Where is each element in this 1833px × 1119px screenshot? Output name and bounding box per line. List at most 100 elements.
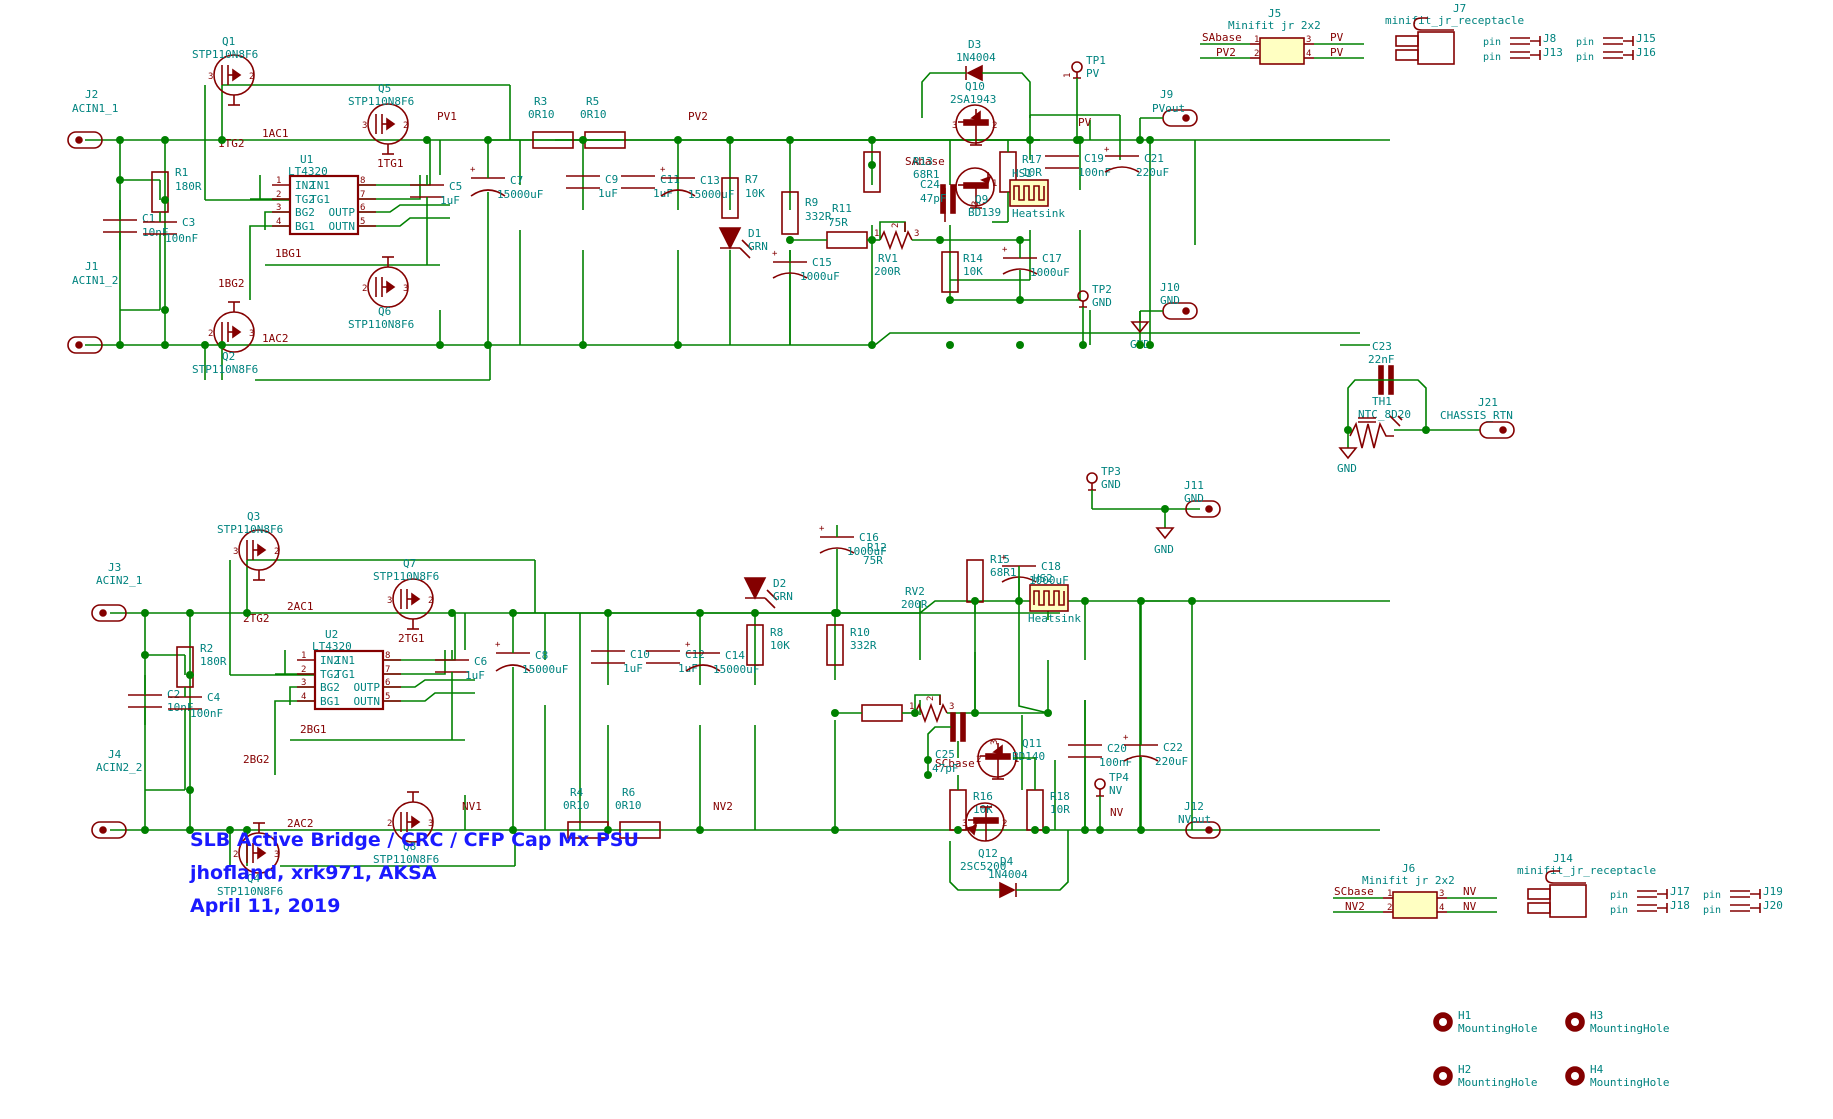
connector-J3[interactable]: J3 ACIN2_1 [91, 561, 142, 622]
connector-J12-ref: J12 [1184, 800, 1204, 813]
ic-U2-pin-OUTP: OUTP [354, 681, 381, 694]
mosfet-Q2-pin3: 3 [249, 329, 254, 339]
mounting-hole-H4-ref: H4 [1590, 1063, 1604, 1076]
diode-D1-value: GRN [748, 240, 768, 253]
capacitor-C21-plus: + [1104, 145, 1110, 155]
pin-J20-name: pin [1703, 905, 1721, 916]
schematic-sheet: J2 ACIN1_1 J1 ACIN1_2 C1 10nF R1 180R C3… [0, 0, 1833, 1119]
resistor-R16-ref: R15 [990, 553, 1010, 566]
ic-U1-pinno-6: 6 [360, 203, 365, 213]
ic-U1-pinno-3: 3 [276, 203, 281, 213]
transistor-Q10-pin2: 2 [992, 121, 997, 131]
connector-J14[interactable]: J14 minifit_jr_receptacle [1517, 852, 1656, 918]
thermistor-TH1-ref: TH1 [1372, 395, 1392, 408]
resistor-R16: R15 68R1 [966, 553, 1017, 713]
pin-J8-ref: J8 [1543, 32, 1556, 45]
mosfet-Q6-pin3: 3 [403, 284, 408, 294]
connector-J7[interactable]: J7 minifit_jr_receptacle [1385, 2, 1524, 65]
trimmer-RV2-value: 200R [901, 598, 928, 611]
pin-J19-ref: J19 [1763, 885, 1783, 898]
ic-U1-pin-OUTN: OUTN [329, 220, 356, 233]
ic-U2-pinno-4: 4 [301, 692, 306, 702]
connector-J9-value: PVout [1152, 102, 1185, 115]
resistor-R4-value: 0R10 [563, 799, 590, 812]
testpoint-TP4[interactable]: TP4 NV [1094, 771, 1129, 830]
mosfet-Q8-pin2: 2 [387, 819, 392, 829]
ic-U2-pinno-8: 8 [385, 651, 390, 661]
mosfet-Q5-pin2: 2 [403, 121, 408, 131]
connector-J10[interactable]: J10 GND [1139, 281, 1198, 345]
mosfet-Q3: 3 2 Q3 STP110N8F6 [217, 510, 283, 581]
mounting-hole-H2-ref: H2 [1458, 1063, 1471, 1076]
connector-J1-ref: J1 [85, 260, 98, 273]
connector-J4-value: ACIN2_2 [96, 761, 142, 774]
mounting-hole-H2-value: MountingHole [1458, 1076, 1537, 1089]
pin-J20[interactable]: pin J20 [1703, 899, 1783, 916]
diode-D4-ref: D4 [1000, 855, 1014, 868]
mounting-hole-H4: H4 MountingHole [1565, 1063, 1669, 1089]
pin-J18-ref: J18 [1670, 899, 1690, 912]
pin-J17-ref: J17 [1670, 885, 1690, 898]
connector-J5[interactable]: J5 Minifit jr 2x2 SAbase PV2 PV PV 1 2 3… [1200, 7, 1364, 65]
connector-J6[interactable]: J6 Minifit jr 2x2 SCbase NV2 NV NV 1 2 3… [1333, 862, 1497, 919]
capacitor-C7-plus: + [470, 165, 476, 175]
diode-D3-ref: D3 [968, 38, 981, 51]
connector-J12[interactable]: J12 NVout [1178, 800, 1221, 839]
resistor-R12-ref: R12 [867, 541, 887, 554]
capacitor-C19: C19 100nF [1045, 152, 1111, 179]
capacitor-C11-value: 1uF [653, 187, 673, 200]
resistor-R2-ref: R2 [200, 642, 213, 655]
connector-J2-value: ACIN1_1 [72, 102, 118, 115]
title-line-1: SLB Active Bridge / CRC / CFP Cap Mx PSU [190, 829, 639, 851]
resistor-R1-ref: R1 [175, 166, 188, 179]
capacitor-C19-ref: C19 [1084, 152, 1104, 165]
resistor-R7-ref: R7 [745, 173, 758, 186]
mounting-hole-H3-value: MountingHole [1590, 1022, 1669, 1035]
connector-J2[interactable]: J2 ACIN1_1 [67, 88, 118, 149]
testpoint-TP2[interactable]: TP2 GND [1077, 283, 1112, 345]
pin-J13-ref: J13 [1543, 46, 1563, 59]
connector-J9[interactable]: J9 PVout [1139, 88, 1198, 140]
capacitor-C13-value: 15000uF [688, 188, 734, 201]
capacitor-C17-value: 1000uF [1030, 266, 1070, 279]
capacitor-C9-ref: C9 [605, 173, 618, 186]
resistor-R14-ref: R14 [963, 252, 983, 265]
heatsink-HS1-ref: HS1 [1012, 167, 1032, 180]
transistor-Q9-pin2: 2 [952, 184, 957, 194]
connector-J6-net-4: NV [1463, 900, 1477, 913]
mosfet-Q6: 2 3 Q6 STP110N8F6 [348, 256, 414, 331]
net-1AC1: 1AC1 [262, 127, 289, 140]
transistor-Q9-ref: Q9 [975, 193, 988, 206]
testpoint-TP2-ref: TP2 [1092, 283, 1112, 296]
pin-J16[interactable]: pin J16 [1576, 46, 1656, 63]
junctions-positive [116, 136, 1154, 349]
connector-J11-value: GND [1184, 492, 1204, 505]
connector-J4[interactable]: J4 ACIN2_2 [91, 748, 142, 839]
capacitor-C14-plus: + [685, 640, 691, 650]
connector-J21-ref: J21 [1478, 396, 1498, 409]
resistor-R3-ref: R3 [534, 95, 547, 108]
resistor-R17-ref: R17 [1022, 153, 1042, 166]
mosfet-Q1: 3 2 Q1 STP110N8F6 [192, 35, 258, 106]
mosfet-Q6-value: STP110N8F6 [348, 318, 414, 331]
net-2TG1: 2TG1 [398, 632, 425, 645]
transistor-Q10-value: 2SA1943 [950, 93, 996, 106]
connector-J14-value: minifit_jr_receptacle [1517, 864, 1656, 877]
connector-J2-ref: J2 [85, 88, 98, 101]
resistor-R6-ref: R6 [622, 786, 635, 799]
capacitor-C15-value: 1000uF [800, 270, 840, 283]
pin-J13[interactable]: pin J13 [1483, 46, 1563, 63]
mosfet-Q3-pin3: 3 [233, 547, 238, 557]
ic-U2-pin-TG1: TG1 [335, 668, 355, 681]
connector-J6-pin3: 3 [1439, 889, 1444, 899]
connector-J5-net-1: SAbase [1202, 31, 1242, 44]
pin-J18[interactable]: pin J18 [1610, 899, 1690, 916]
connector-J5-pin4: 4 [1306, 49, 1311, 59]
net-2AC1: 2AC1 [287, 600, 314, 613]
connector-J1[interactable]: J1 ACIN1_2 [67, 260, 118, 354]
connector-J3-value: ACIN2_1 [96, 574, 142, 587]
connector-J5-pin1: 1 [1254, 35, 1259, 45]
mosfet-Q5-pin3: 3 [362, 121, 367, 131]
connector-J11[interactable]: J11 GND GND [1154, 479, 1221, 556]
pin-J19-name: pin [1703, 890, 1721, 901]
